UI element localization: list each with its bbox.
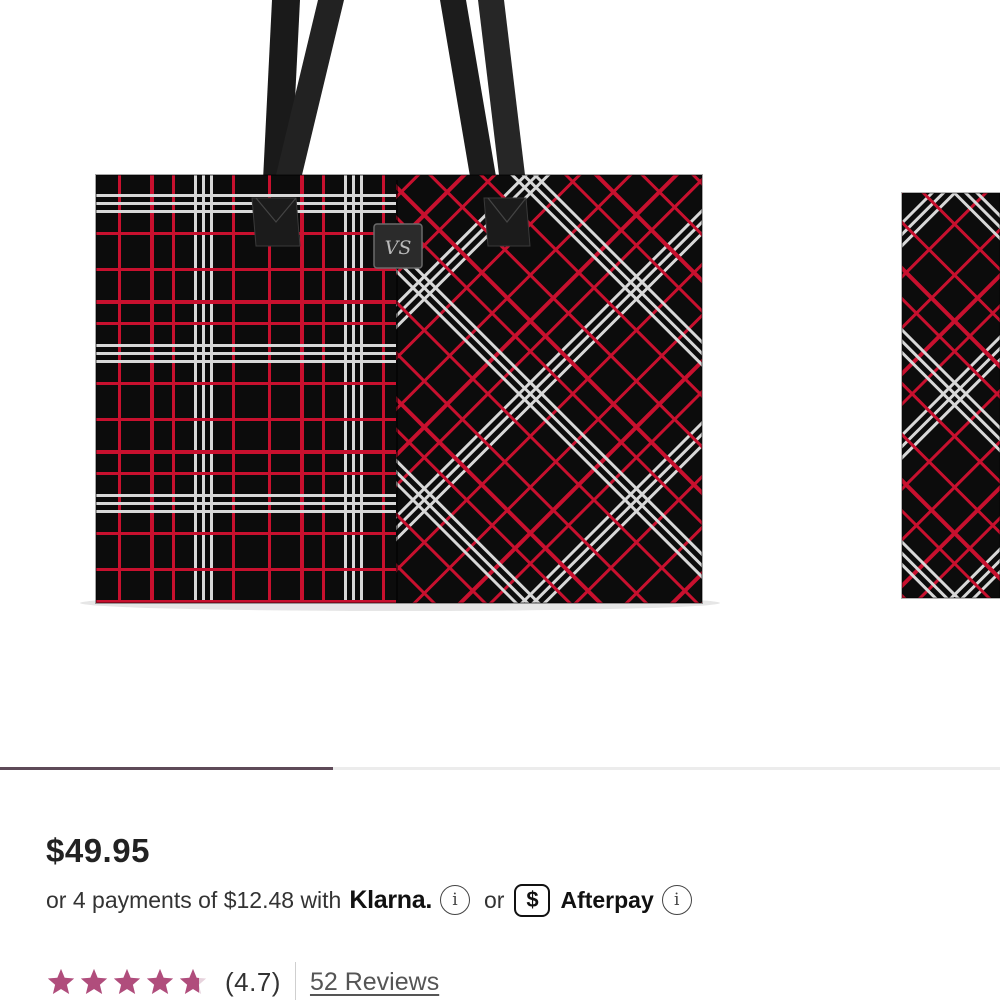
afterpay-dollar-icon[interactable]: $ (514, 883, 551, 917)
rating-divider (294, 962, 296, 1000)
product-image[interactable]: VS (0, 0, 1000, 765)
product-image-carousel[interactable]: VS (0, 0, 1000, 765)
product-price: $49.95 (46, 832, 150, 869)
image-gallery-progress-fill (0, 767, 333, 770)
star-icon (146, 968, 174, 994)
installment-options: or 4 payments of $12.48 with Klarna. i o… (46, 880, 692, 920)
installment-text: or 4 payments of $12.48 with (46, 886, 342, 913)
star-icon (47, 968, 75, 994)
afterpay-logo[interactable]: Afterpay (560, 887, 653, 914)
afterpay-info-icon[interactable]: i (661, 885, 692, 915)
star-icon (80, 968, 108, 994)
image-gallery-progress (0, 767, 1000, 770)
product-rating: (4.7) 52 Reviews (46, 962, 439, 1000)
star-icon (113, 968, 141, 994)
klarna-info-icon[interactable]: i (440, 885, 470, 915)
rating-value: (4.7) (225, 966, 281, 997)
klarna-logo[interactable]: Klarna. (349, 886, 432, 915)
or-text: or (484, 886, 505, 913)
star-rating (46, 967, 211, 997)
brand-logo: VS (385, 237, 412, 259)
star-icon (179, 968, 207, 995)
reviews-link[interactable]: 52 Reviews (310, 968, 439, 997)
